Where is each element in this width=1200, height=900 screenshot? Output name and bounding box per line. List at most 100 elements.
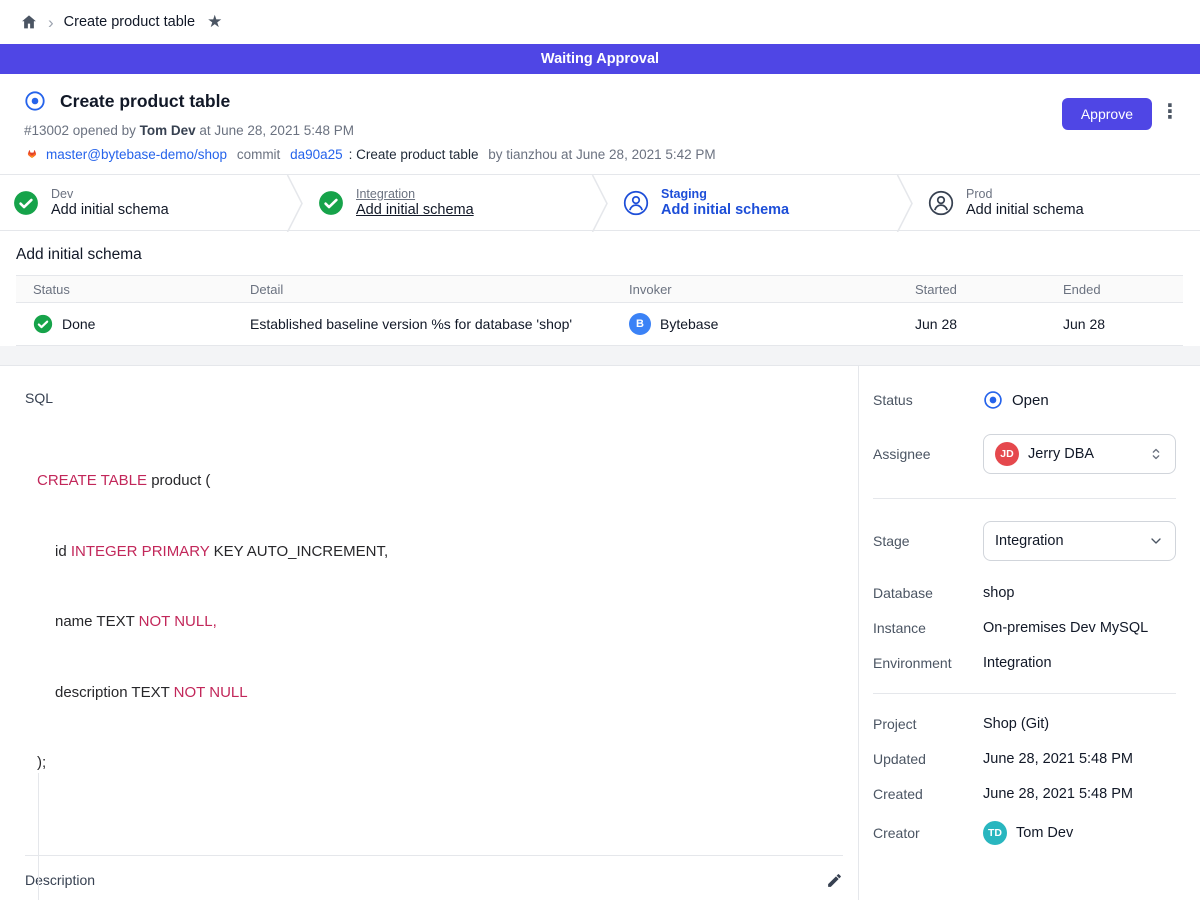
column-header-status: Status [16,282,250,297]
project-value: Shop (Git) [983,716,1049,732]
sidebar-row-instance: Instance On-premises Dev MySQL [873,620,1176,636]
sql-line: ); [37,751,843,775]
breadcrumb: › Create product table ★ [0,0,1200,44]
status-banner-label: Waiting Approval [541,51,659,67]
breadcrumb-current-page: Create product table [64,14,195,30]
favorite-star-icon[interactable]: ★ [207,12,222,32]
issue-header: Create product table #13002 opened by To… [0,74,1200,174]
sql-line: description TEXT NOT NULL [37,681,843,705]
column-header-ended: Ended [1063,282,1183,297]
database-value: shop [983,585,1014,601]
updated-label: Updated [873,751,983,767]
commit-line: master@bytebase-demo/shop commit da90a25… [24,146,1176,162]
stage-staging[interactable]: Staging Add initial schema [610,175,895,230]
person-circle-icon [623,190,649,216]
chevron-down-icon [1148,533,1164,549]
check-circle-icon [318,190,344,216]
task-invoker-value: Bytebase [660,316,718,332]
pipeline-stages: Dev Add initial schema Integration Add i… [0,174,1200,231]
stage-env-label: Prod [966,187,1084,201]
sidebar-row-creator: Creator TD Tom Dev [873,821,1176,845]
assignee-select[interactable]: JD Jerry DBA [983,434,1176,474]
task-table: Status Detail Invoker Started Ended Done… [16,275,1183,346]
column-header-invoker: Invoker [629,282,915,297]
sidebar-row-updated: Updated June 28, 2021 5:48 PM [873,751,1176,767]
stage-label: Stage [873,533,983,549]
divider [873,693,1176,694]
approve-button[interactable]: Approve [1062,98,1152,130]
sidebar-row-status: Status Open [873,390,1176,410]
commit-byline: by tianzhou at June 28, 2021 5:42 PM [484,147,715,162]
project-label: Project [873,716,983,732]
task-section: Add initial schema Status Detail Invoker… [0,231,1200,346]
created-label: Created [873,786,983,802]
created-value: June 28, 2021 5:48 PM [983,786,1133,802]
section-gap [0,346,1200,365]
instance-value: On-premises Dev MySQL [983,620,1148,636]
stage-prod[interactable]: Prod Add initial schema [915,175,1200,230]
commit-word: commit [233,147,284,162]
status-label: Status [873,392,983,408]
divider [25,855,843,856]
main-column: SQL CREATE TABLE product ( id INTEGER PR… [0,366,858,900]
issue-author: Tom Dev [140,123,196,138]
task-detail-value: Established baseline version %s for data… [250,316,629,332]
sidebar-row-assignee: Assignee JD Jerry DBA [873,434,1176,474]
sidebar-row-created: Created June 28, 2021 5:48 PM [873,786,1176,802]
divider [873,498,1176,499]
sidebar-row-database: Database shop [873,585,1176,601]
chevron-updown-icon [1148,446,1164,462]
task-status-value: Done [62,316,95,332]
assignee-avatar: JD [995,442,1019,466]
open-status-icon [983,390,1003,410]
task-ended-value: Jun 28 [1063,316,1183,332]
assignee-label: Assignee [873,446,983,462]
issue-meta: #13002 opened by Tom Dev at June 28, 202… [24,123,1176,138]
content-area: SQL CREATE TABLE product ( id INTEGER PR… [0,365,1200,900]
check-circle-icon [33,314,53,334]
task-section-title: Add initial schema [16,246,1200,264]
column-header-detail: Detail [250,282,629,297]
stage-task-label: Add initial schema [661,202,789,218]
stage-task-label: Add initial schema [356,202,474,218]
timeline-connector [38,773,39,900]
task-started-value: Jun 28 [915,316,1063,332]
kebab-menu-icon[interactable]: ⋮ [1160,102,1180,122]
table-row[interactable]: Done Established baseline version %s for… [16,303,1183,346]
stage-separator [590,175,610,230]
task-table-header: Status Detail Invoker Started Ended [16,275,1183,303]
stage-task-label: Add initial schema [51,202,169,218]
sql-code-block: CREATE TABLE product ( id INTEGER PRIMAR… [37,422,843,822]
check-circle-icon [13,190,39,216]
sql-line: name TEXT NOT NULL, [37,610,843,634]
stage-value: Integration [995,533,1064,549]
sidebar-row-project: Project Shop (Git) [873,716,1176,732]
environment-label: Environment [873,655,983,671]
page-title: Create product table [60,91,230,112]
stage-task-label: Add initial schema [966,202,1084,218]
instance-label: Instance [873,620,983,636]
sql-line: id INTEGER PRIMARY KEY AUTO_INCREMENT, [37,540,843,564]
creator-value: Tom Dev [1016,825,1073,841]
edit-pencil-icon[interactable] [826,872,843,889]
issue-opened-time: at June 28, 2021 5:48 PM [196,123,354,138]
stage-integration[interactable]: Integration Add initial schema [305,175,590,230]
home-icon[interactable] [20,13,38,31]
breadcrumb-chevron-icon: › [48,14,54,31]
sidebar: Status Open Assignee JD Jerry DBA Stage [858,366,1200,900]
branch-repo-link[interactable]: master@bytebase-demo/shop [46,147,227,162]
sql-section-label: SQL [25,390,843,406]
column-header-started: Started [915,282,1063,297]
sidebar-row-environment: Environment Integration [873,655,1176,671]
invoker-avatar: B [629,313,651,335]
stage-dev[interactable]: Dev Add initial schema [0,175,285,230]
commit-hash-link[interactable]: da90a25 [290,147,343,162]
commit-message: : Create product table [349,147,479,162]
person-circle-icon [928,190,954,216]
sql-line: CREATE TABLE product ( [37,469,843,493]
status-banner: Waiting Approval [0,44,1200,74]
stage-env-label: Integration [356,187,474,201]
status-value: Open [1012,392,1049,409]
stage-select[interactable]: Integration [983,521,1176,561]
sidebar-row-stage: Stage Integration [873,521,1176,561]
